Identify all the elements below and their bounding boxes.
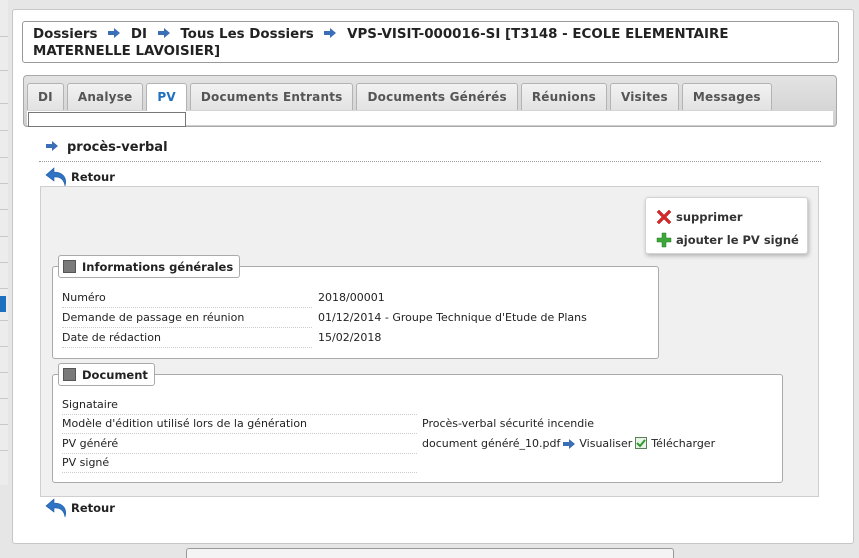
field-label: Modèle d'édition utilisé lors de la géné… xyxy=(62,414,417,434)
collapse-toggle-icon xyxy=(63,368,76,381)
tab-di[interactable]: DI xyxy=(27,83,64,110)
breadcrumb-item-di[interactable]: DI xyxy=(131,27,147,42)
arrow-right-icon xyxy=(324,28,337,38)
field-label: Signataire xyxy=(62,395,417,415)
breadcrumb-item-dossiers[interactable]: Dossiers xyxy=(33,27,98,42)
field-value: 2018/00001 xyxy=(318,291,385,304)
add-signed-pv-action[interactable]: ajouter le PV signé xyxy=(656,228,807,251)
tab-pv[interactable]: PV xyxy=(146,83,187,112)
tab-reunions[interactable]: Réunions xyxy=(520,83,607,110)
field-label: Numéro xyxy=(62,288,312,308)
actions-menu: supprimer ajouter le PV signé xyxy=(645,197,808,254)
field-label: PV généré xyxy=(62,434,417,454)
field-label: PV signé xyxy=(62,453,417,473)
delete-action-label: supprimer xyxy=(676,209,743,224)
background-panel-edge xyxy=(186,548,674,558)
arrow-right-icon xyxy=(108,28,121,38)
breadcrumb: Dossiers DI Tous Les Dossiers VPS-VISIT-… xyxy=(22,21,839,63)
divider xyxy=(0,288,8,289)
document-row-modele: Modèle d'édition utilisé lors de la géné… xyxy=(62,414,762,434)
divider xyxy=(0,183,8,184)
field-value: 01/12/2014 - Groupe Technique d'Etude de… xyxy=(318,311,587,324)
back-link-top[interactable]: Retour xyxy=(45,166,115,188)
tab-messages[interactable]: Messages xyxy=(681,83,772,110)
arrow-right-icon xyxy=(157,28,170,38)
field-value: 15/02/2018 xyxy=(318,331,382,344)
divider xyxy=(0,262,8,263)
view-link[interactable]: Visualiser xyxy=(579,437,632,450)
tab-documents-entrants[interactable]: Documents Entrants xyxy=(189,83,354,110)
divider xyxy=(0,398,8,399)
back-arrow-icon xyxy=(45,498,66,518)
document-legend-label: Document xyxy=(82,367,148,382)
back-arrow-icon xyxy=(45,167,66,187)
field-value: Procès-verbal sécurité incendie xyxy=(422,417,595,430)
general-info-legend[interactable]: Informations générales xyxy=(58,255,241,278)
document-row-pv-signe: PV signé xyxy=(62,453,762,473)
title-divider xyxy=(39,161,821,162)
divider xyxy=(0,209,8,210)
divider xyxy=(0,372,8,373)
page-title-text: procès-verbal xyxy=(67,140,168,155)
divider xyxy=(0,36,8,37)
tab-visites[interactable]: Visites xyxy=(609,83,679,110)
divider xyxy=(0,157,8,158)
divider xyxy=(0,346,8,347)
tab-bar: DI Analyse PV Documents Entrants Documen… xyxy=(23,75,837,127)
divider xyxy=(0,103,8,104)
back-link-label: Retour xyxy=(71,501,115,515)
document-row-signataire: Signataire xyxy=(62,395,762,415)
field-label: Demande de passage en réunion xyxy=(62,308,312,328)
page-title: procès-verbal xyxy=(45,140,168,155)
back-link-bottom[interactable]: Retour xyxy=(45,497,115,519)
delete-icon xyxy=(656,209,672,224)
general-row-demande: Demande de passage en réunion 01/12/2014… xyxy=(62,308,602,328)
field-value: document généré_10.pdf Visualiser Téléchar… xyxy=(422,434,715,454)
document-row-pv-genere: PV généré document généré_10.pdf Visualis… xyxy=(62,434,762,454)
add-icon xyxy=(656,232,672,247)
tab-filter-input[interactable] xyxy=(28,112,186,127)
back-link-label: Retour xyxy=(71,170,115,184)
sidebar-selected-indicator xyxy=(0,296,6,312)
generated-file-name: document généré_10.pdf xyxy=(422,437,561,450)
general-info-legend-label: Informations générales xyxy=(82,259,234,274)
divider xyxy=(0,320,8,321)
main-panel: Dossiers DI Tous Les Dossiers VPS-VISIT-… xyxy=(12,9,854,544)
divider xyxy=(0,236,8,237)
arrow-right-icon xyxy=(563,439,576,449)
breadcrumb-item-tous-les-dossiers[interactable]: Tous Les Dossiers xyxy=(180,27,313,42)
arrow-right-icon xyxy=(46,141,58,151)
divider xyxy=(0,424,8,425)
divider xyxy=(0,130,8,131)
background-sidebar xyxy=(0,0,8,485)
general-row-date: Date de rédaction 15/02/2018 xyxy=(62,328,602,348)
download-link[interactable]: Télécharger xyxy=(651,437,715,450)
general-row-numero: Numéro 2018/00001 xyxy=(62,288,602,308)
download-icon xyxy=(635,437,648,449)
tab-analyse[interactable]: Analyse xyxy=(66,83,144,110)
tab-documents-generes[interactable]: Documents Générés xyxy=(356,83,518,110)
divider xyxy=(0,450,8,451)
field-label: Date de rédaction xyxy=(62,328,312,348)
divider xyxy=(0,70,8,71)
document-legend[interactable]: Document xyxy=(58,363,155,386)
collapse-toggle-icon xyxy=(63,260,76,273)
delete-action[interactable]: supprimer xyxy=(656,205,807,228)
add-signed-pv-label: ajouter le PV signé xyxy=(676,232,799,247)
